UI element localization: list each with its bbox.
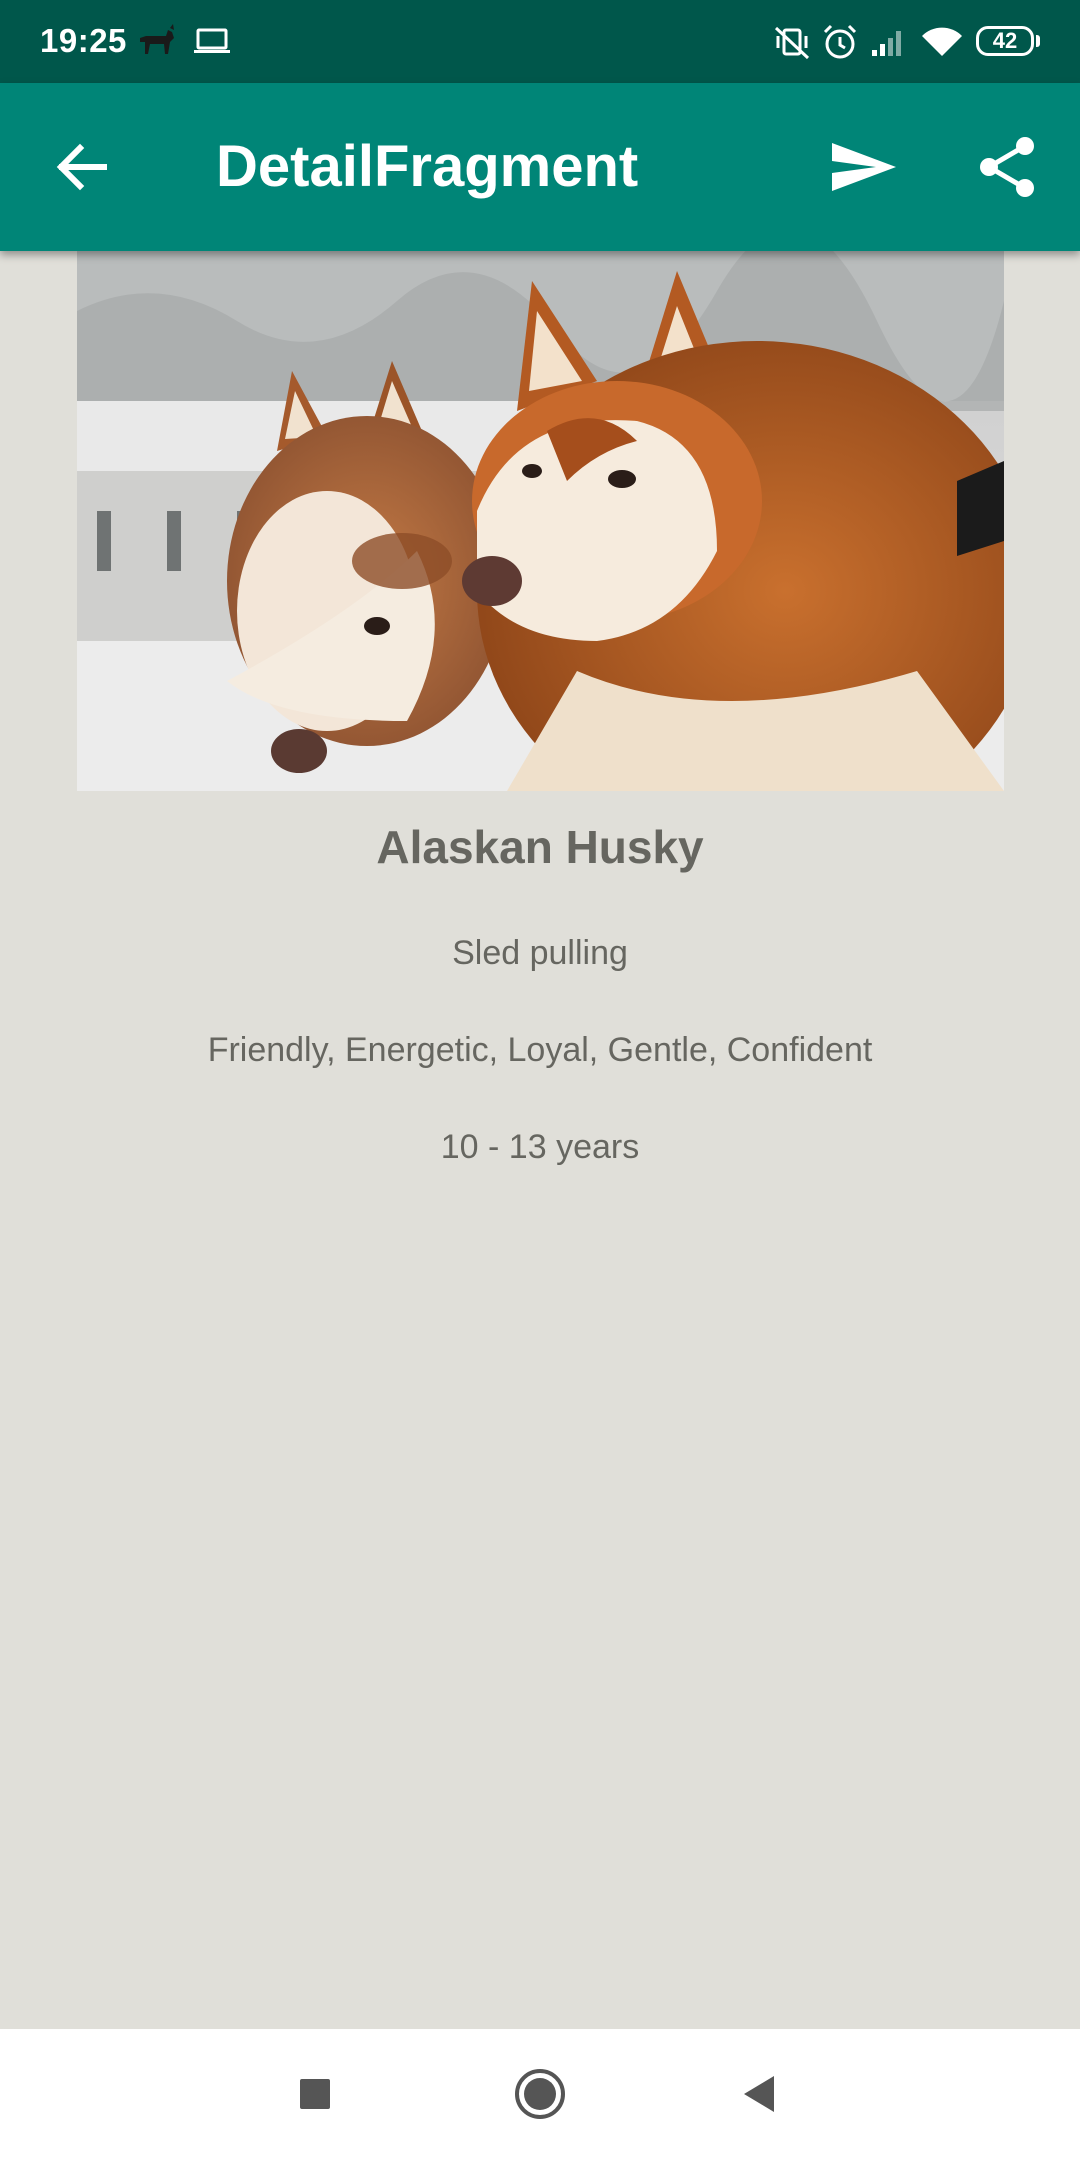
status-bar: 19:25 42 [0,0,1080,83]
send-icon [832,143,896,191]
status-time: 19:25 [40,22,127,59]
app-bar: DetailFragment [0,83,1080,251]
detail-screen: 19:25 42 DetailFragment Alaskan Husky Sl… [0,0,1080,2160]
battery-level: 42 [992,28,1018,53]
signal-icon [872,31,901,56]
back-arrow-icon [56,143,107,191]
alarm-icon [823,24,857,59]
send-button[interactable] [824,127,904,207]
dog-photo [77,251,1004,791]
laptop-icon [194,28,230,53]
share-icon [980,137,1034,197]
battery-icon: 42 [976,26,1034,56]
temperament-text: Friendly, Energetic, Loyal, Gentle, Conf… [207,1031,873,1069]
app-title: DetailFragment [216,134,639,199]
detail-content: Alaskan Husky Sled pulling Friendly, Ene… [0,251,1080,2029]
life-span-text: 10 - 13 years [440,1128,640,1166]
home-circle-icon [515,2069,565,2119]
share-button[interactable] [968,127,1048,207]
navigation-bar [0,2029,1080,2160]
vibrate-off-icon [774,26,810,60]
battery-tip [1036,35,1040,47]
home-button[interactable] [505,2059,575,2129]
recents-button[interactable] [280,2059,350,2129]
system-back-button[interactable] [725,2059,795,2129]
dog-image [77,251,1004,791]
wifi-icon [922,27,962,56]
dog-name: Alaskan Husky [376,821,704,873]
back-button[interactable] [42,127,122,207]
recents-square-icon [300,2079,330,2109]
dog-notification-icon [140,24,174,54]
bred-for-text: Sled pulling [452,934,628,972]
back-triangle-icon [744,2076,774,2112]
